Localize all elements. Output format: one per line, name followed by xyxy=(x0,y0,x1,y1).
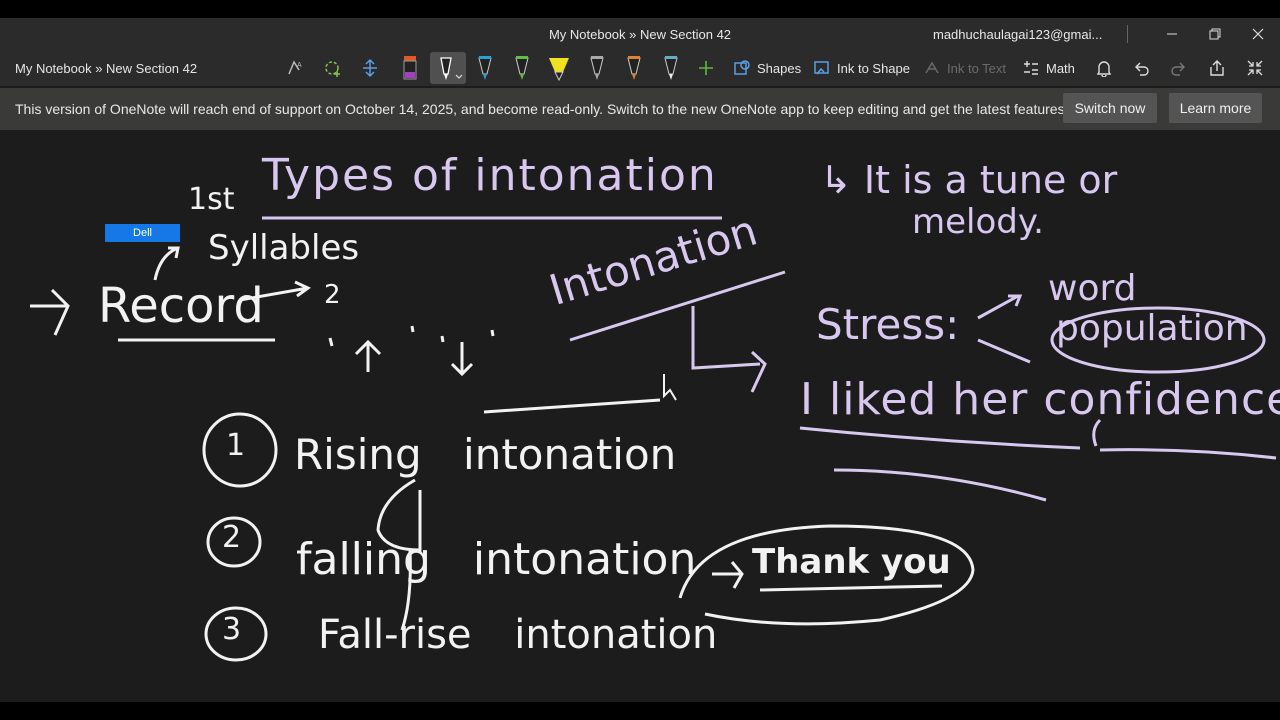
highlighter-pen-icon xyxy=(403,56,417,80)
pen-galaxy[interactable] xyxy=(656,52,686,84)
share-button[interactable] xyxy=(1208,54,1226,82)
record-word: Record xyxy=(98,278,264,334)
left-arrow-stroke xyxy=(30,288,70,336)
definition-line-2: melody. xyxy=(912,202,1044,242)
definition-line-1: ↳ It is a tune or xyxy=(820,158,1118,202)
galaxy-pen-icon xyxy=(664,56,678,80)
thank-you-arrow xyxy=(712,561,744,589)
example-sentence: I liked her confidence xyxy=(800,374,1280,425)
onenote-window: My Notebook » New Section 42 madhuchaula… xyxy=(0,18,1280,702)
ink-canvas[interactable]: Types of intonation ↳ It is a tune or me… xyxy=(0,130,1280,702)
minimize-icon xyxy=(1167,33,1177,35)
math-label: Math xyxy=(1046,60,1075,76)
close-icon xyxy=(1252,28,1264,40)
undo-icon xyxy=(1135,62,1149,76)
pen-grey[interactable] xyxy=(582,52,612,84)
confidence-underline xyxy=(1099,448,1277,460)
item-1-number: 1 xyxy=(226,428,246,463)
heading-types-of-intonation: Types of intonation xyxy=(262,150,718,201)
restore-icon xyxy=(1209,28,1221,40)
down-arrow xyxy=(450,342,474,377)
stress-arrow-down xyxy=(977,338,1031,364)
thank-you-text: Thank you xyxy=(752,542,951,582)
ink-to-text-label: Ink to Text xyxy=(947,60,1007,76)
add-pen-button[interactable] xyxy=(697,54,715,82)
yellow-highlighter-icon xyxy=(549,58,569,82)
learn-more-button[interactable]: Learn more xyxy=(1169,93,1262,123)
item-3-text: Fall-rise intonation xyxy=(318,612,718,658)
syllables-label: Syllables xyxy=(208,228,360,268)
lasso-add-icon xyxy=(325,61,340,77)
title-divider xyxy=(1127,25,1128,43)
close-button[interactable] xyxy=(1236,18,1280,50)
middle-line xyxy=(483,398,661,414)
math-icon xyxy=(1024,61,1038,75)
thank-you-underline xyxy=(759,584,943,592)
redo-button[interactable] xyxy=(1170,54,1188,82)
banner-message: This version of OneNote will reach end o… xyxy=(15,101,1069,117)
syllable-up-arrow xyxy=(153,246,180,281)
first-label: 1st xyxy=(188,182,235,217)
account-name[interactable]: madhuchaulagai123@gmai... xyxy=(933,27,1102,42)
blue-pen-icon xyxy=(478,56,492,80)
ink-to-shape-label: Ink to Shape xyxy=(837,60,910,76)
draw-toolbar: My Notebook » New Section 42 A Shapes In… xyxy=(0,50,1280,86)
stress-label: Stress: xyxy=(816,300,960,349)
pen-orange[interactable] xyxy=(619,52,649,84)
highlighter-yellow[interactable] xyxy=(544,52,574,84)
ink-to-text-button[interactable]: Ink to Text xyxy=(923,54,1006,82)
item-2-text: falling intonation xyxy=(296,534,697,585)
item-1-text: Rising intonation xyxy=(294,430,677,479)
minimize-button[interactable] xyxy=(1150,18,1194,50)
end-of-support-banner: This version of OneNote will reach end o… xyxy=(0,88,1280,130)
population-word: population xyxy=(1056,308,1248,349)
math-button[interactable]: Math xyxy=(1022,54,1075,82)
dell-tag: Dell xyxy=(105,224,180,242)
intonation-branch-arrow xyxy=(691,306,767,393)
item-2-number: 2 xyxy=(222,520,242,555)
shapes-button[interactable]: Shapes xyxy=(733,54,801,82)
pen-white-selected[interactable] xyxy=(430,52,466,84)
svg-text:A: A xyxy=(297,62,302,69)
item-3-number: 3 xyxy=(222,612,242,647)
up-arrow xyxy=(354,339,382,372)
title-bar: My Notebook » New Section 42 madhuchaula… xyxy=(0,18,1280,50)
lasso-select-button[interactable]: A xyxy=(285,54,305,82)
undo-button[interactable] xyxy=(1132,54,1150,82)
stress-arrow-up xyxy=(977,294,1023,320)
two-label: 2 xyxy=(324,280,341,310)
ink-to-shape-button[interactable]: Ink to Shape xyxy=(813,54,910,82)
shapes-label: Shapes xyxy=(757,60,802,76)
share-icon xyxy=(1210,60,1224,76)
redo-icon xyxy=(1171,62,1185,76)
shapes-icon xyxy=(734,60,750,75)
ink-to-text-icon xyxy=(925,61,939,74)
green-pen-icon xyxy=(515,56,529,80)
notifications-button[interactable] xyxy=(1095,54,1113,82)
breadcrumb[interactable]: My Notebook » New Section 42 xyxy=(15,61,197,76)
collapse-icon xyxy=(1247,60,1263,76)
lower-underline xyxy=(833,468,1047,502)
tick-marks xyxy=(328,325,495,347)
fullscreen-button[interactable] xyxy=(1246,54,1264,82)
plus-icon xyxy=(699,61,713,75)
ink-to-shape-icon xyxy=(814,61,829,75)
pen-blue[interactable] xyxy=(470,52,500,84)
add-space-button[interactable] xyxy=(323,54,343,82)
switch-now-button[interactable]: Switch now xyxy=(1063,93,1157,123)
white-pen-icon xyxy=(440,57,463,80)
orange-pen-icon xyxy=(627,56,641,80)
insert-space-button[interactable] xyxy=(360,54,380,82)
pen-purple[interactable] xyxy=(396,52,426,84)
word-label: word xyxy=(1048,268,1137,309)
restore-button[interactable] xyxy=(1193,18,1237,50)
sentence-underline xyxy=(799,426,1081,450)
bell-icon xyxy=(1096,61,1112,77)
insert-space-icon xyxy=(363,58,377,78)
pointer-cursor xyxy=(663,374,677,401)
lasso-select-icon: A xyxy=(288,60,302,75)
pen-green[interactable] xyxy=(507,52,537,84)
grey-pen-icon xyxy=(590,56,604,80)
